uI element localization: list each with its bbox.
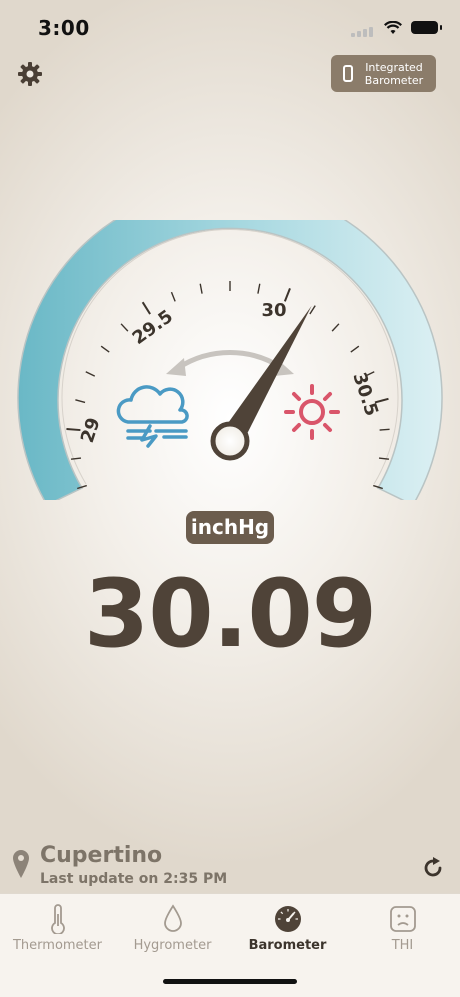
settings-gear-icon[interactable] bbox=[16, 60, 44, 88]
tab-label-barometer: Barometer bbox=[248, 938, 327, 953]
gauge-tick bbox=[70, 457, 82, 460]
gauge-tick bbox=[66, 428, 81, 432]
tab-thermometer[interactable]: Thermometer bbox=[0, 894, 115, 964]
location-name: Cupertino bbox=[40, 843, 163, 868]
scale-label-30: 30 bbox=[261, 300, 286, 321]
gauge-tick bbox=[331, 323, 340, 332]
integrated-barometer-button[interactable]: Integrated Barometer bbox=[331, 55, 436, 92]
barometer-icon bbox=[275, 906, 301, 932]
gauge-tick bbox=[75, 399, 86, 404]
gauge-tick bbox=[170, 291, 176, 302]
tab-label-thi: THI bbox=[391, 938, 414, 953]
unit-badge[interactable]: inchHg bbox=[186, 511, 274, 544]
gauge-tick bbox=[257, 283, 261, 294]
integrated-barometer-label: Integrated Barometer bbox=[361, 61, 427, 87]
home-indicator bbox=[163, 979, 297, 984]
sun-icon bbox=[284, 384, 340, 440]
phone-icon bbox=[343, 65, 353, 82]
rain-cloud-icon bbox=[116, 385, 189, 448]
thermometer-icon bbox=[51, 904, 65, 934]
tab-hygrometer[interactable]: Hygrometer bbox=[115, 894, 230, 964]
gauge-tick bbox=[309, 305, 316, 315]
wifi-icon bbox=[384, 20, 402, 34]
gauge-tick bbox=[378, 457, 390, 460]
status-bar: 3:00 bbox=[0, 0, 460, 54]
gauge-tick bbox=[199, 283, 203, 294]
gauge-tick bbox=[379, 428, 390, 431]
pressure-reading: 30.09 bbox=[83, 560, 377, 669]
integrated-label-line1: Integrated bbox=[365, 60, 423, 74]
scale-label-29: 29 bbox=[77, 415, 105, 445]
location-info: Cupertino Last update on 2:35 PM bbox=[12, 843, 312, 891]
tab-barometer[interactable]: Barometer bbox=[230, 894, 345, 964]
scale-label-30-5: 30.5 bbox=[348, 370, 382, 419]
refresh-icon[interactable] bbox=[421, 856, 445, 880]
tab-thi[interactable]: THI bbox=[345, 894, 460, 964]
gauge-tick bbox=[141, 301, 151, 315]
battery-icon bbox=[411, 21, 442, 34]
barometer-gauge: 29 29.5 30 30.5 bbox=[17, 220, 443, 500]
gauge-tick bbox=[100, 345, 110, 353]
thi-face-icon bbox=[390, 906, 416, 932]
gauge-tick bbox=[85, 371, 96, 377]
location-pin-icon bbox=[13, 850, 29, 878]
gauge-tick bbox=[350, 345, 360, 353]
cellular-signal-icon bbox=[351, 18, 375, 37]
status-time: 3:00 bbox=[38, 16, 90, 40]
integrated-label-line2: Barometer bbox=[364, 73, 424, 87]
drop-icon bbox=[164, 904, 182, 932]
status-icons bbox=[351, 18, 442, 37]
gauge-tick bbox=[120, 323, 129, 332]
tab-label-hygrometer: Hygrometer bbox=[133, 938, 212, 953]
gauge-hub bbox=[210, 421, 250, 461]
last-update-text: Last update on 2:35 PM bbox=[40, 871, 228, 887]
tab-label-thermometer: Thermometer bbox=[12, 938, 102, 953]
scale-label-29-5: 29.5 bbox=[129, 306, 177, 349]
